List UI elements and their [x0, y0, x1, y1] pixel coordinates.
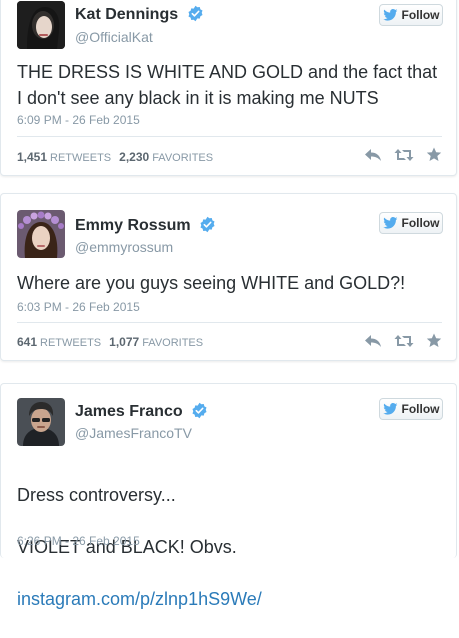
follow-button[interactable]: Follow [379, 398, 443, 420]
favorite-star-icon[interactable] [426, 333, 442, 353]
tweet-actions [364, 147, 442, 167]
author-handle[interactable]: @emmyrossum [75, 239, 173, 255]
divider [17, 136, 442, 137]
tweet-timestamp[interactable]: 6:26 PM - 26 Feb 2015 [17, 534, 140, 548]
twitter-bird-icon [382, 403, 397, 415]
favorite-count[interactable]: 1,077 FAVORITES [109, 335, 203, 349]
author-handle[interactable]: @OfficialKat [75, 29, 153, 45]
reply-icon[interactable] [364, 148, 382, 167]
tweet-card: Kat Dennings @OfficialKat Follow THE DRE… [0, 0, 457, 176]
avatar-photo [17, 210, 65, 258]
reply-icon[interactable] [364, 334, 382, 353]
retweet-icon[interactable] [394, 334, 414, 353]
author-name[interactable]: Emmy Rossum [75, 216, 216, 235]
tweet-text: THE DRESS IS WHITE AND GOLD and the fact… [17, 62, 438, 108]
avatar-photo [17, 1, 65, 49]
avatar[interactable] [17, 1, 65, 49]
tweet-actions [364, 333, 442, 353]
author-handle[interactable]: @JamesFrancoTV [75, 425, 192, 441]
retweet-count[interactable]: 1,451 RETWEETS [17, 150, 111, 164]
retweet-icon[interactable] [394, 148, 414, 167]
follow-button[interactable]: Follow [379, 212, 443, 234]
avatar[interactable] [17, 398, 65, 446]
follow-button-label: Follow [401, 402, 440, 416]
tweet-stats: 1,451 RETWEETS 2,230 FAVORITES [17, 150, 213, 164]
retweet-count[interactable]: 641 RETWEETS [17, 335, 101, 349]
verified-badge-icon [192, 402, 207, 419]
tweet-timestamp[interactable]: 6:09 PM - 26 Feb 2015 [17, 113, 140, 127]
author-name[interactable]: Kat Dennings [75, 5, 204, 24]
verified-badge-icon [200, 216, 215, 233]
twitter-bird-icon [382, 9, 397, 21]
tweet-card: James Franco @JamesFrancoTV Follow Dress… [0, 383, 457, 609]
tweet-timestamp[interactable]: 6:03 PM - 26 Feb 2015 [17, 300, 140, 314]
author-name[interactable]: James Franco [75, 402, 208, 421]
avatar[interactable] [17, 210, 65, 258]
tweet-text: Where are you guys seeing WHITE and GOLD… [17, 273, 406, 293]
author-name-text[interactable]: Kat Dennings [75, 6, 178, 23]
twitter-bird-icon [382, 217, 397, 229]
favorite-star-icon[interactable] [426, 147, 442, 167]
avatar-photo [17, 398, 65, 446]
tweet-text-line: Dress controversy... [17, 485, 176, 505]
divider [17, 322, 442, 323]
verified-badge-icon [188, 5, 203, 22]
favorite-count[interactable]: 2,230 FAVORITES [119, 150, 213, 164]
tweet-stats: 641 RETWEETS 1,077 FAVORITES [17, 335, 203, 349]
follow-button-label: Follow [401, 8, 440, 22]
tweet-card: Emmy Rossum @emmyrossum Follow Where are… [0, 193, 457, 361]
author-name-text[interactable]: James Franco [75, 403, 183, 420]
tweet-link[interactable]: instagram.com/p/zlnp1hS9We/ [17, 589, 262, 609]
follow-button-label: Follow [401, 216, 440, 230]
author-name-text[interactable]: Emmy Rossum [75, 217, 191, 234]
follow-button[interactable]: Follow [379, 4, 443, 26]
